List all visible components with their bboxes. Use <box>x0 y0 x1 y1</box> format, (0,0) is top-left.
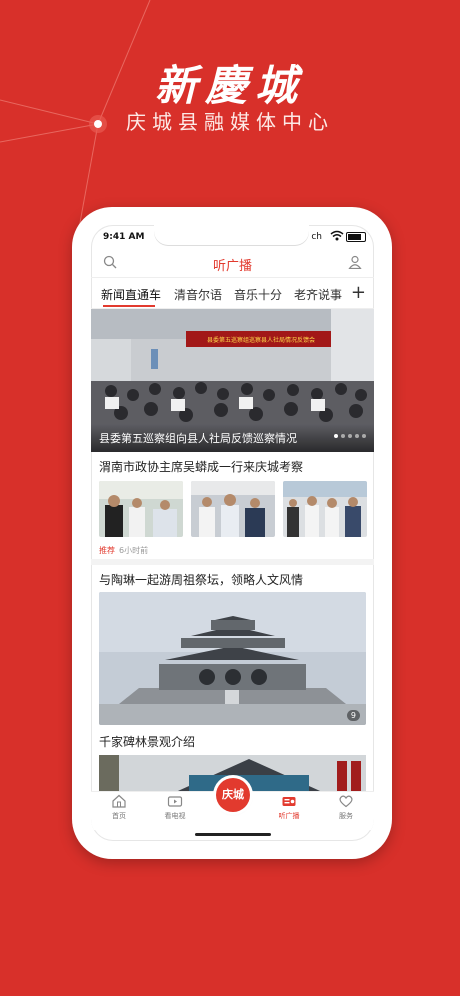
wifi-icon <box>330 230 344 241</box>
image-count-badge: 9 <box>346 710 360 721</box>
tab-tv[interactable]: 看电视 <box>147 794 203 821</box>
tab-qingyin[interactable]: 清音尔语 <box>174 286 222 303</box>
news-title-1[interactable]: 渭南市政协主席吴蟒成一行来庆城考察 <box>99 458 303 475</box>
bottom-tab-bar: 首页 看电视 庆城 听广播 服务 <box>91 778 374 830</box>
active-tab-indicator <box>103 305 155 307</box>
tab-music[interactable]: 音乐十分 <box>234 286 282 303</box>
center-logo-button[interactable]: 庆城 <box>216 778 250 812</box>
tv-icon <box>167 796 183 807</box>
carousel-dot[interactable] <box>362 434 366 438</box>
news-thumbnail[interactable] <box>283 481 367 537</box>
tab-home-label: 首页 <box>112 812 126 820</box>
news-thumbnails[interactable] <box>99 481 367 537</box>
news-time: 6小时前 <box>119 546 149 555</box>
carousel-dot[interactable] <box>334 434 338 438</box>
battery-icon <box>346 232 366 242</box>
carousel-dot[interactable] <box>341 434 345 438</box>
news-image-altar[interactable]: 9 <box>99 592 366 725</box>
heart-icon <box>339 795 353 808</box>
brand-subtitle: 庆城县融媒体中心 <box>126 110 334 134</box>
brand-title: 新慶城 <box>154 61 305 110</box>
status-carrier: ch <box>311 232 322 242</box>
category-tabs: 新闻直通车 清音尔语 音乐十分 老齐说事 + <box>91 278 374 309</box>
tab-service-label: 服务 <box>339 812 353 820</box>
section-divider <box>91 559 374 565</box>
tab-service[interactable]: 服务 <box>318 794 374 821</box>
news-thumbnail[interactable] <box>99 481 183 537</box>
news-thumbnail[interactable] <box>191 481 275 537</box>
tab-laoqi[interactable]: 老齐说事 <box>294 286 342 303</box>
home-indicator <box>195 833 271 836</box>
hero-banner-text: 县委第五巡察组巡察县人社局情况反馈会 <box>207 336 315 344</box>
tab-news[interactable]: 新闻直通车 <box>101 286 161 303</box>
carousel-dots[interactable] <box>331 423 366 442</box>
image-count: 9 <box>350 711 356 720</box>
add-tab-icon[interactable]: + <box>351 282 366 303</box>
tab-radio-label: 听广播 <box>278 812 300 820</box>
recommend-tag: 推荐 <box>99 546 115 555</box>
page-title: 听广播 <box>212 259 252 274</box>
radio-icon <box>282 797 296 806</box>
user-icon[interactable] <box>348 255 362 269</box>
home-icon <box>112 794 126 808</box>
news-title-3[interactable]: 千家碑林景观介绍 <box>99 733 195 750</box>
hero-caption: 县委第五巡察组向县人社局反馈巡察情况 <box>99 432 297 445</box>
carousel-dot[interactable] <box>348 434 352 438</box>
hero-carousel[interactable]: 县委第五巡察组巡察县人社局情况反馈会 县委第五巡察组向县人社局反馈巡察情况 <box>91 309 374 452</box>
tab-tv-label: 看电视 <box>164 812 186 820</box>
top-bar: 听广播 <box>91 249 374 278</box>
phone-screen: 9:41 AM ch 听广播 新闻直通车 清音尔语 音乐十分 老齐说事 + 县委… <box>91 225 374 841</box>
center-logo-text: 庆城 <box>222 788 244 801</box>
phone-notch <box>154 225 309 245</box>
status-time: 9:41 AM <box>103 232 145 242</box>
carousel-dot[interactable] <box>355 434 359 438</box>
news-meta: 推荐 6小时前 <box>99 545 148 556</box>
news-title-2[interactable]: 与陶琳一起游周祖祭坛，领略人文风情 <box>99 571 303 588</box>
phone-frame: 9:41 AM ch 听广播 新闻直通车 清音尔语 音乐十分 老齐说事 + 县委… <box>72 207 392 859</box>
tab-radio[interactable]: 听广播 <box>261 794 317 821</box>
tab-home[interactable]: 首页 <box>91 794 147 821</box>
